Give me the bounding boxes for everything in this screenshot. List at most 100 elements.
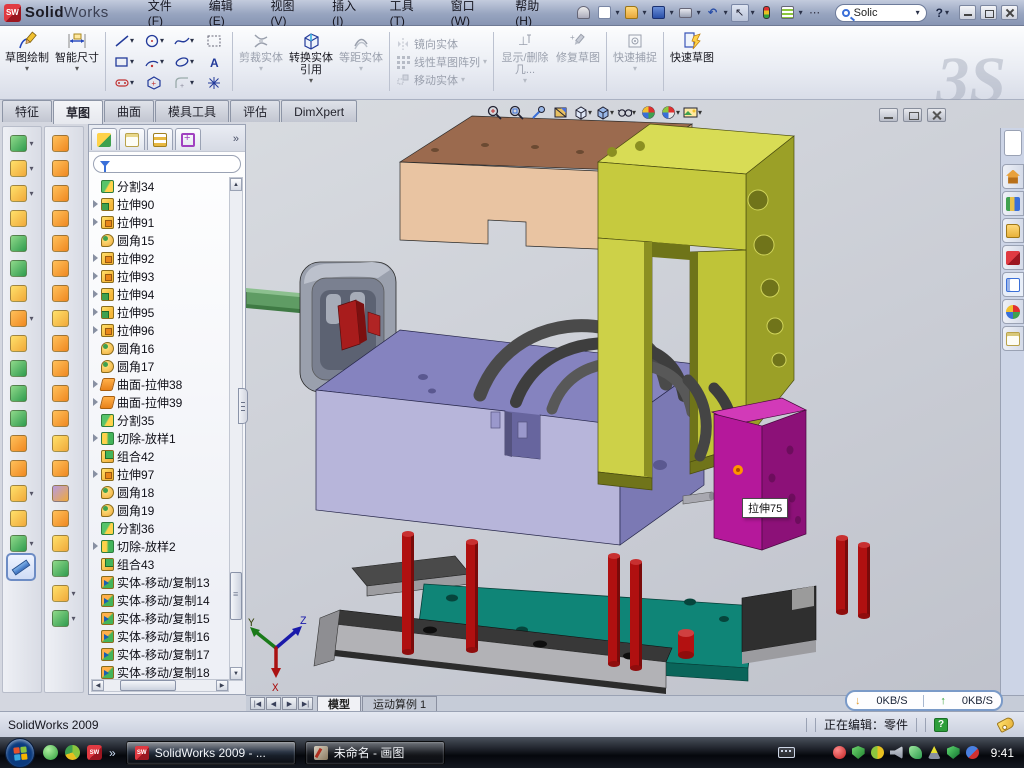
feature-tree-item[interactable]: 切除-放样2 (91, 537, 229, 555)
expand-arrow-icon[interactable] (93, 398, 98, 406)
expand-arrow-icon[interactable] (93, 254, 98, 262)
feature-tree-item[interactable]: 拉伸95 (91, 303, 229, 321)
feature-tree-item[interactable]: 圆角19 (91, 501, 229, 519)
menu-item[interactable]: 窗口(W) (438, 0, 503, 25)
security-plus-icon[interactable] (947, 746, 960, 759)
options-icon[interactable] (779, 4, 797, 22)
search-caret[interactable]: ▾ (916, 8, 920, 17)
magnify-icon[interactable] (529, 103, 548, 122)
rapid-sketch-button[interactable]: 快速草图 (667, 28, 717, 95)
view-orientation-icon[interactable]: ▾ (573, 103, 592, 122)
box-select-icon[interactable] (199, 30, 229, 51)
save-icon[interactable] (650, 4, 668, 22)
feature-tree-item[interactable]: 实体-移动/复制13 (91, 573, 229, 591)
tree-filter-input[interactable] (93, 155, 241, 173)
left-toolbar-icon[interactable]: ▾ (52, 581, 75, 606)
network-warning-icon[interactable] (928, 746, 941, 759)
ribbon-tab[interactable]: 草图 (53, 100, 103, 124)
panel-overflow-button[interactable]: » (233, 133, 243, 145)
sketch-button[interactable]: 草图绘制 ▾ (2, 28, 52, 95)
section-view-icon[interactable] (551, 103, 570, 122)
expand-arrow-icon[interactable] (93, 542, 98, 550)
feature-tree-item[interactable]: 分割35 (91, 411, 229, 429)
keyboard-icon[interactable] (778, 747, 795, 758)
help-caret[interactable]: ▾ (945, 8, 949, 17)
left-toolbar-icon[interactable]: ▾ (10, 381, 33, 406)
solidworks-shortcut-icon[interactable]: SW (87, 745, 102, 760)
ribbon-tab[interactable]: 评估 (230, 100, 280, 122)
convert-entities-caret[interactable]: ▾ (309, 76, 313, 85)
search-input[interactable]: Solic ▾ (835, 4, 927, 22)
feature-tree-item[interactable]: 实体-移动/复制15 (91, 609, 229, 627)
left-toolbar-icon[interactable]: ▾ (10, 431, 33, 456)
apply-scene-icon[interactable]: ▾ (661, 103, 680, 122)
feature-tree-item[interactable]: 曲面-拉伸38 (91, 375, 229, 393)
start-button[interactable] (5, 738, 35, 768)
left-toolbar-icon[interactable]: ▾ (10, 506, 33, 531)
first-tab-button[interactable]: |◀ (250, 697, 265, 710)
feature-tree-item[interactable]: 实体-移动/复制16 (91, 627, 229, 645)
scroll-up-arrow[interactable]: ▲ (230, 178, 242, 191)
feature-tree-item[interactable]: 拉伸90 (91, 195, 229, 213)
help-icon[interactable]: ? (936, 6, 943, 20)
rebuild-icon[interactable] (758, 4, 776, 22)
scroll-left-arrow[interactable]: ◀ (92, 680, 104, 691)
menu-item[interactable]: 编辑(E) (196, 0, 258, 25)
options-caret[interactable]: ▾ (799, 8, 803, 17)
left-toolbar-icon[interactable]: ▾ (52, 231, 75, 256)
feature-tree-item[interactable]: 分割34 (91, 177, 229, 195)
design-library-icon[interactable] (1002, 191, 1024, 216)
zoom-area-icon[interactable] (507, 103, 526, 122)
tab-property-manager[interactable] (119, 128, 145, 150)
slot-icon[interactable]: ▾ (109, 72, 139, 93)
tool-caret[interactable]: ▾ (29, 189, 33, 198)
open-caret[interactable]: ▾ (643, 8, 647, 17)
graphics-viewport[interactable]: Y Z X ▾ ▾ ▾ ▾ ▾ 拉伸75 (246, 100, 1024, 695)
expand-arrow-icon[interactable] (93, 290, 98, 298)
left-toolbar-icon[interactable]: ▾ (52, 156, 75, 181)
tool-caret[interactable]: ▾ (71, 614, 75, 623)
text-icon[interactable]: A (199, 51, 229, 72)
feature-tree-item[interactable]: 拉伸93 (91, 267, 229, 285)
tab-dimxpert-manager[interactable] (175, 128, 201, 150)
tool-caret[interactable]: ▾ (29, 314, 33, 323)
ribbon-tab[interactable]: 特征 (2, 100, 52, 122)
left-toolbar-icon[interactable]: ▾ (52, 531, 75, 556)
feature-tree-item[interactable]: 拉伸92 (91, 249, 229, 267)
sketch-fillet-icon[interactable]: +▾ (169, 72, 199, 93)
expand-arrow-icon[interactable] (93, 200, 98, 208)
next-tab-button[interactable]: ▶ (282, 697, 297, 710)
menu-item[interactable]: 视图(V) (257, 0, 319, 25)
overflow-icon[interactable]: ⋯ (806, 4, 824, 22)
left-toolbar-icon[interactable]: ▾ (52, 281, 75, 306)
messenger-icon[interactable] (43, 745, 58, 760)
undo-icon[interactable]: ↶ (704, 4, 722, 22)
model-canvas[interactable]: Y Z X (246, 100, 1024, 695)
left-toolbar-icon[interactable]: ▾ (10, 131, 33, 156)
taskbar-clock[interactable]: 9:41 (991, 746, 1014, 760)
expand-arrow-icon[interactable] (93, 308, 98, 316)
left-toolbar-icon[interactable]: ▾ (52, 506, 75, 531)
expand-arrow-icon[interactable] (93, 470, 98, 478)
left-toolbar-icon[interactable]: ▾ (52, 381, 75, 406)
hide-show-items-icon[interactable]: ▾ (617, 103, 636, 122)
left-toolbar-icon[interactable]: ▾ (52, 131, 75, 156)
new-file-caret[interactable]: ▾ (616, 8, 620, 17)
feature-tree-item[interactable]: 圆角16 (91, 339, 229, 357)
task-pane-collapse-box[interactable] (1004, 130, 1022, 156)
smart-dimension-button[interactable]: 智能尺寸 ▾ (52, 28, 102, 95)
feature-tree-item[interactable]: 实体-移动/复制14 (91, 591, 229, 609)
display-style-icon[interactable]: ▾ (595, 103, 614, 122)
edit-appearance-icon[interactable] (639, 103, 658, 122)
left-toolbar-icon[interactable]: ▾ (52, 481, 75, 506)
left-toolbar-icon[interactable]: ▾ (52, 606, 75, 631)
sync-icon[interactable] (966, 746, 979, 759)
select-caret[interactable]: ▾ (751, 8, 755, 17)
tool-caret[interactable]: ▾ (29, 489, 33, 498)
feature-tree-item[interactable]: 拉伸96 (91, 321, 229, 339)
menu-item[interactable]: 工具(T) (377, 0, 438, 25)
spline-icon[interactable]: ▾ (169, 30, 199, 51)
update-icon[interactable] (871, 746, 884, 759)
left-toolbar-icon[interactable]: ▾ (10, 356, 33, 381)
scroll-down-arrow[interactable]: ▼ (230, 667, 242, 680)
